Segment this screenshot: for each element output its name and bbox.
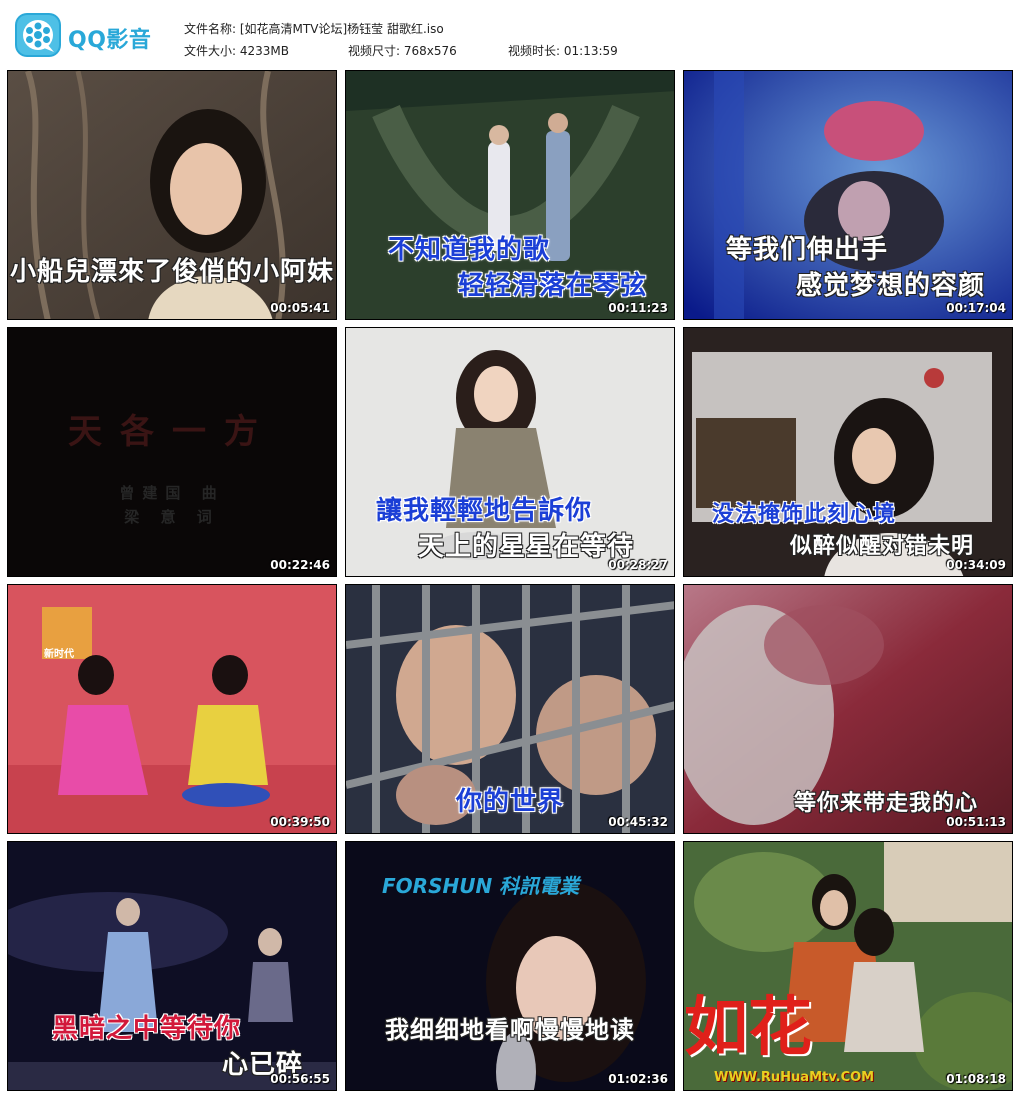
app-name: QQ影音 [68, 28, 152, 53]
timestamp: 00:05:41 [270, 301, 330, 315]
lyricist-credit: 梁 意 词 [124, 508, 220, 526]
file-size-label: 文件大小: [184, 44, 237, 58]
timestamp: 00:39:50 [270, 815, 330, 829]
file-size: 文件大小: 4233MB [184, 42, 289, 59]
lyric-caption: 黑暗之中等待你 [52, 1014, 242, 1044]
file-name-label: 文件名称: [184, 22, 237, 36]
lyric-caption: 感觉梦想的容颜 [796, 271, 986, 301]
file-name: 文件名称: [如花高清MTV论坛]杨钰莹 甜歌红.iso [184, 20, 444, 37]
timestamp: 00:22:46 [270, 558, 330, 572]
thumbnail[interactable]: 等你来带走我的心 00:51:13 [683, 584, 1013, 834]
thumbnail[interactable]: 等我们伸出手 感觉梦想的容颜 00:17:04 [683, 70, 1013, 320]
lyric-caption: 小船兒漂來了俊俏的小阿妹 [9, 257, 334, 287]
thumbnail[interactable]: 黑暗之中等待你 心已碎 00:56:55 [7, 841, 337, 1091]
video-duration-label: 视频时长: [508, 44, 561, 58]
video-dimensions-value: 768x576 [403, 44, 457, 58]
timestamp: 00:17:04 [946, 301, 1006, 315]
thumbnail[interactable]: 小船兒漂來了俊俏的小阿妹 00:05:41 [7, 70, 337, 320]
lyric-caption: 等你来带走我的心 [793, 790, 978, 816]
timestamp: 00:51:13 [946, 815, 1006, 829]
thumbnail[interactable]: 你的世界 00:45:32 [345, 584, 675, 834]
timestamp: 00:34:09 [946, 558, 1006, 572]
file-name-value: [如花高清MTV论坛]杨钰莹 甜歌红.iso [239, 22, 444, 36]
thumbnail[interactable]: 天各一方 曾建国 曲 梁 意 词 00:22:46 [7, 327, 337, 577]
song-title: 天各一方 [68, 412, 276, 452]
watermark-logo: 如花 [684, 990, 812, 1065]
video-dimensions: 视频尺寸: 768x576 [348, 42, 457, 59]
timestamp: 00:45:32 [608, 815, 668, 829]
film-reel-icon [15, 13, 61, 57]
composer-credit: 曾建国 曲 [119, 484, 225, 502]
lyric-caption: 等我们伸出手 [726, 235, 889, 265]
thumbnail[interactable]: 没法掩饰此刻心境 似醉似醒对错未明 00:34:09 [683, 327, 1013, 577]
header: QQ影音 文件名称: [如花高清MTV论坛]杨钰莹 甜歌红.iso 文件大小: … [0, 0, 1024, 64]
timestamp: 00:28:27 [608, 558, 668, 572]
thumbnail[interactable]: 不知道我的歌 轻轻滑落在琴弦 00:11:23 [345, 70, 675, 320]
sponsor-logo: FORSHUN 科訊電業 [382, 874, 580, 898]
file-size-value: 4233MB [239, 44, 289, 58]
timestamp: 01:08:18 [946, 1072, 1006, 1086]
video-duration: 视频时长: 01:13:59 [508, 42, 618, 59]
lyric-caption: 轻轻滑落在琴弦 [458, 271, 648, 301]
watermark-url: WWW.RuHuaMtv.COM [714, 1070, 875, 1085]
qq-player-logo: QQ影音 [14, 12, 164, 60]
lyric-caption: 似醉似醒对错未明 [790, 533, 975, 559]
thumbnail[interactable]: FORSHUN 科訊電業 我细细地看啊慢慢地读 01:02:36 [345, 841, 675, 1091]
video-dimensions-label: 视频尺寸: [348, 44, 401, 58]
thumbnail[interactable]: 如花 WWW.RuHuaMtv.COM 01:08:18 [683, 841, 1013, 1091]
lyric-caption: 不知道我的歌 [388, 235, 551, 265]
timestamp: 00:11:23 [608, 301, 668, 315]
thumbnail[interactable]: 新时代 00:39:50 [7, 584, 337, 834]
lyric-caption: 我细细地看啊慢慢地读 [385, 1015, 635, 1044]
lyric-caption: 没法掩饰此刻心境 [712, 501, 897, 527]
thumbnail-grid: 小船兒漂來了俊俏的小阿妹 00:05:41 不知道我的歌 轻轻滑落在琴弦 00:… [7, 70, 1017, 1094]
channel-logo: 新时代 [44, 649, 74, 660]
thumbnail[interactable]: 讓我輕輕地告訴你 天上的星星在等待 00:28:27 [345, 327, 675, 577]
timestamp: 00:56:55 [270, 1072, 330, 1086]
lyric-caption: 讓我輕輕地告訴你 [376, 496, 593, 526]
timestamp: 01:02:36 [608, 1072, 668, 1086]
video-duration-value: 01:13:59 [563, 44, 618, 58]
lyric-caption: 你的世界 [455, 787, 564, 817]
